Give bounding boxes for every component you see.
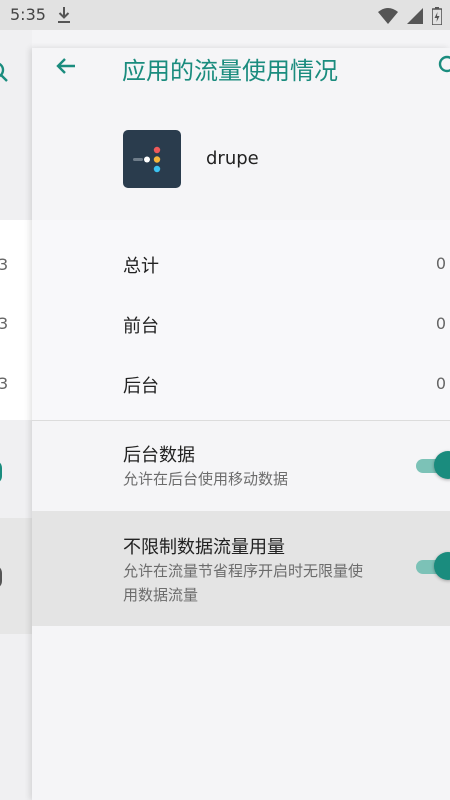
wifi-icon	[377, 7, 398, 24]
arrow-left-icon[interactable]	[54, 54, 78, 82]
app-bar: 应用的流量使用情况	[32, 48, 450, 90]
usage-label: 总计	[123, 256, 159, 277]
page-title: 应用的流量使用情况	[122, 57, 338, 85]
setting-summary: 允许在流量节省程序开启时无限量使用数据流量	[123, 562, 364, 604]
background-highlight-row	[0, 518, 32, 634]
app-name: drupe	[206, 148, 259, 169]
background-usage-value: 3	[0, 374, 9, 393]
usage-row-background: 后台 0	[32, 350, 450, 410]
background-data-setting[interactable]: 后台数据 允许在后台使用移动数据	[32, 421, 450, 511]
app-icon	[123, 130, 181, 188]
background-toggle	[0, 460, 2, 484]
toggle-thumb	[434, 451, 450, 479]
setting-title: 后台数据	[123, 445, 195, 466]
status-time: 5:35	[10, 5, 46, 24]
toggle-thumb	[434, 552, 450, 580]
setting-summary: 允许在后台使用移动数据	[123, 470, 289, 488]
search-icon[interactable]	[438, 54, 450, 82]
status-bar: 5:35	[0, 0, 450, 30]
background-usage-value: 3	[0, 314, 9, 333]
background-data-toggle[interactable]	[416, 451, 450, 481]
status-icons	[374, 5, 442, 25]
usage-row-foreground: 前台 0	[32, 290, 450, 350]
usage-value: 0	[435, 314, 446, 333]
usage-value: 0	[435, 374, 446, 393]
unrestricted-data-toggle[interactable]	[416, 552, 450, 582]
usage-label: 前台	[123, 316, 159, 337]
search-icon	[0, 60, 12, 88]
setting-title: 不限制数据流量用量	[123, 537, 285, 558]
usage-value: 0	[435, 254, 446, 273]
usage-label: 后台	[123, 376, 159, 397]
download-icon	[56, 6, 72, 28]
background-page: 3 3 3	[0, 30, 32, 800]
unrestricted-data-setting[interactable]: 不限制数据流量用量 允许在流量节省程序开启时无限量使用数据流量	[32, 511, 450, 626]
battery-icon	[432, 6, 442, 25]
usage-section: 总计 0 前台 0 后台 0	[32, 220, 450, 420]
usage-row-total: 总计 0	[32, 230, 450, 290]
background-usage-value: 3	[0, 255, 9, 274]
signal-icon	[406, 7, 423, 24]
app-data-usage-page: 应用的流量使用情况 drupe 总计 0 前台 0 后台 0 后台数据 允许在后…	[32, 48, 450, 800]
